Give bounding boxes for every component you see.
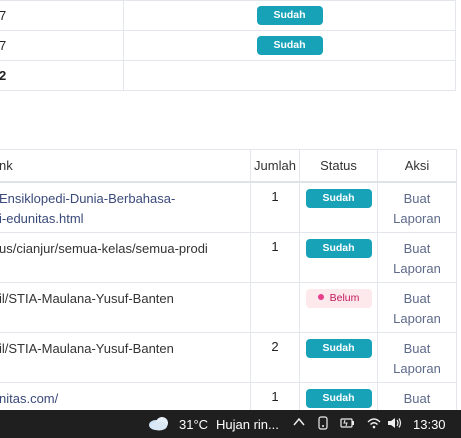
taskbar: 31°C Hujan rin... 13:30 [0, 410, 461, 438]
link-text[interactable]: il/STIA-Maulana-Yusuf-Banten [0, 339, 250, 359]
jumlah-cell [250, 282, 300, 333]
chevron-up-icon[interactable] [293, 415, 305, 432]
aksi-label[interactable]: Buat [378, 339, 456, 359]
status-cell: Sudah [299, 181, 378, 233]
status-text: Belum [329, 292, 360, 304]
cloud-sun-icon[interactable] [148, 415, 170, 431]
link-text[interactable]: Ensiklopedi-Dunia-Berbahasa- [0, 189, 250, 209]
header-aksi: Aksi [377, 149, 457, 183]
status-badge: Sudah [256, 36, 323, 55]
buat-laporan-button[interactable]: Buat Laporan [377, 332, 457, 383]
jumlah-cell: 1 [250, 232, 300, 283]
header-link: nk [0, 149, 251, 183]
status-cell: Sudah [299, 232, 378, 283]
link-text[interactable]: nitas.com/ [0, 389, 250, 409]
link-cell[interactable]: il/STIA-Maulana-Yusuf-Banten [0, 332, 251, 383]
aksi-label[interactable]: Buat [378, 239, 456, 259]
battery-plug-icon[interactable] [340, 416, 356, 433]
aksi-label[interactable]: Buat [378, 289, 456, 309]
aksi-label[interactable]: Buat [378, 389, 456, 409]
aksi-label[interactable]: Laporan [378, 309, 456, 329]
dot-icon [317, 294, 324, 301]
table-row: 7 Sudah [0, 30, 456, 61]
status-badge: Sudah [305, 339, 372, 358]
status-cell [123, 60, 456, 91]
status-cell: Belum [299, 282, 378, 333]
status-cell: Sudah [123, 0, 456, 31]
count-cell: 2 [0, 60, 124, 91]
table-header-row: nk Jumlah Status Aksi [0, 149, 457, 183]
header-jumlah: Jumlah [250, 149, 300, 183]
link-cell[interactable]: us/cianjur/semua-kelas/semua-prodi [0, 232, 251, 283]
buat-laporan-button[interactable]: Buat Laporan [377, 282, 457, 333]
clock-time[interactable]: 13:30 [413, 417, 446, 432]
wifi-icon[interactable] [366, 416, 382, 433]
link-cell[interactable]: Ensiklopedi-Dunia-Berbahasa- i-edunitas.… [0, 181, 251, 233]
status-badge: Sudah [305, 189, 372, 208]
count-cell: 7 [0, 30, 124, 61]
aksi-label[interactable]: Laporan [378, 359, 456, 379]
table-row: us/cianjur/semua-kelas/semua-prodi 1 Sud… [0, 232, 457, 283]
buat-laporan-button[interactable]: Buat Laporan [377, 181, 457, 233]
device-icon[interactable] [317, 416, 329, 433]
temperature-text[interactable]: 31°C [179, 417, 208, 432]
link-text[interactable]: us/cianjur/semua-kelas/semua-prodi [0, 239, 250, 259]
jumlah-cell: 2 [250, 332, 300, 383]
table-row: 2 [0, 60, 456, 91]
status-badge: Sudah [305, 239, 372, 258]
status-cell: Sudah [123, 30, 456, 61]
status-badge-belum: Belum [305, 289, 372, 308]
link-cell[interactable]: il/STIA-Maulana-Yusuf-Banten [0, 282, 251, 333]
report-table: nk Jumlah Status Aksi Ensiklopedi-Dunia-… [0, 149, 457, 433]
status-cell: Sudah [299, 332, 378, 383]
table-row: 7 Sudah [0, 0, 456, 31]
status-badge: Sudah [256, 6, 323, 25]
buat-laporan-button[interactable]: Buat Laporan [377, 232, 457, 283]
link-text[interactable]: i-edunitas.html [0, 209, 250, 229]
status-badge: Sudah [305, 389, 372, 408]
link-text[interactable]: il/STIA-Maulana-Yusuf-Banten [0, 289, 250, 309]
aksi-label[interactable]: Laporan [378, 259, 456, 279]
aksi-label[interactable]: Buat [378, 189, 456, 209]
header-status: Status [299, 149, 378, 183]
weather-text[interactable]: Hujan rin... [216, 417, 279, 432]
aksi-label[interactable]: Laporan [378, 209, 456, 229]
table-row: il/STIA-Maulana-Yusuf-Banten 2 Sudah Bua… [0, 332, 457, 383]
table-row: il/STIA-Maulana-Yusuf-Banten Belum Buat … [0, 282, 457, 333]
count-cell: 7 [0, 0, 124, 31]
jumlah-cell: 1 [250, 181, 300, 233]
table-row: Ensiklopedi-Dunia-Berbahasa- i-edunitas.… [0, 181, 457, 233]
volume-icon[interactable] [387, 416, 403, 433]
top-table: 7 Sudah 7 Sudah 2 [0, 0, 456, 91]
